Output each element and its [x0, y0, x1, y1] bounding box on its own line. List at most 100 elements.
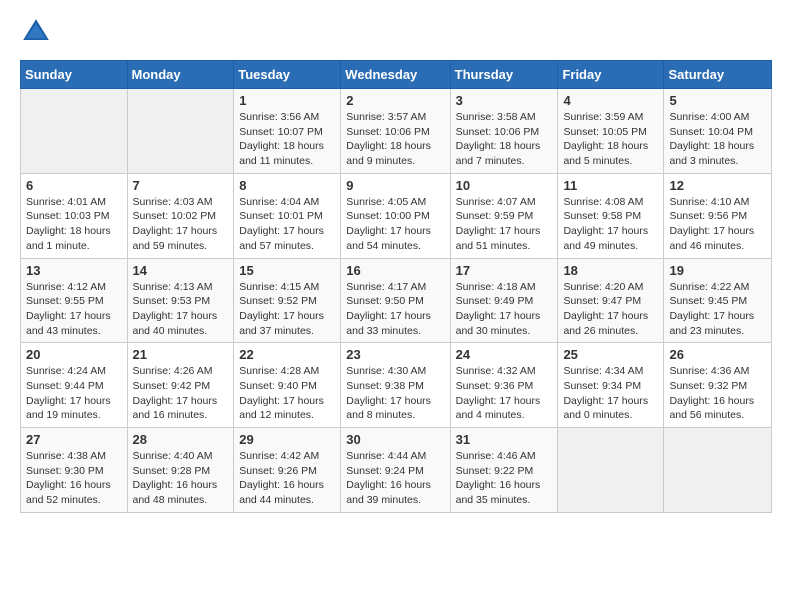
day-header: Wednesday: [341, 61, 450, 89]
day-detail: Sunrise: 3:56 AM Sunset: 10:07 PM Daylig…: [239, 110, 335, 169]
calendar-cell: 9 Sunrise: 4:05 AM Sunset: 10:00 PM Dayli…: [341, 173, 450, 258]
day-detail: Sunrise: 4:32 AM Sunset: 9:36 PM Dayligh…: [456, 364, 553, 423]
day-detail: Sunrise: 4:30 AM Sunset: 9:38 PM Dayligh…: [346, 364, 444, 423]
day-number: 3: [456, 93, 553, 108]
page-header: [20, 16, 772, 48]
calendar-cell: 27 Sunrise: 4:38 AM Sunset: 9:30 PM Dayli…: [21, 428, 128, 513]
day-detail: Sunrise: 4:01 AM Sunset: 10:03 PM Daylig…: [26, 195, 122, 254]
calendar-week-row: 6 Sunrise: 4:01 AM Sunset: 10:03 PM Dayli…: [21, 173, 772, 258]
day-detail: Sunrise: 4:10 AM Sunset: 9:56 PM Dayligh…: [669, 195, 766, 254]
calendar-cell: 22 Sunrise: 4:28 AM Sunset: 9:40 PM Dayli…: [234, 343, 341, 428]
day-number: 28: [133, 432, 229, 447]
day-detail: Sunrise: 4:03 AM Sunset: 10:02 PM Daylig…: [133, 195, 229, 254]
calendar-cell: 19Sunrise: 4:22 AM Sunset: 9:45 PM Dayli…: [664, 258, 772, 343]
day-number: 12: [669, 178, 766, 193]
calendar-cell: 3Sunrise: 3:58 AM Sunset: 10:06 PM Dayli…: [450, 89, 558, 174]
day-detail: Sunrise: 4:12 AM Sunset: 9:55 PM Dayligh…: [26, 280, 122, 339]
calendar-cell: 24 Sunrise: 4:32 AM Sunset: 9:36 PM Dayli…: [450, 343, 558, 428]
calendar-cell: 2 Sunrise: 3:57 AM Sunset: 10:06 PM Dayli…: [341, 89, 450, 174]
day-detail: Sunrise: 4:15 AM Sunset: 9:52 PM Dayligh…: [239, 280, 335, 339]
calendar-cell: 11 Sunrise: 4:08 AM Sunset: 9:58 PM Dayli…: [558, 173, 664, 258]
calendar-cell: [558, 428, 664, 513]
day-detail: Sunrise: 4:00 AM Sunset: 10:04 PM Daylig…: [669, 110, 766, 169]
day-detail: Sunrise: 3:57 AM Sunset: 10:06 PM Daylig…: [346, 110, 444, 169]
day-detail: Sunrise: 4:42 AM Sunset: 9:26 PM Dayligh…: [239, 449, 335, 508]
calendar-week-row: 1 Sunrise: 3:56 AM Sunset: 10:07 PM Dayli…: [21, 89, 772, 174]
calendar-header-row: SundayMondayTuesdayWednesdayThursdayFrid…: [21, 61, 772, 89]
day-detail: Sunrise: 4:05 AM Sunset: 10:00 PM Daylig…: [346, 195, 444, 254]
day-detail: Sunrise: 4:46 AM Sunset: 9:22 PM Dayligh…: [456, 449, 553, 508]
day-number: 7: [133, 178, 229, 193]
calendar-cell: 20 Sunrise: 4:24 AM Sunset: 9:44 PM Dayli…: [21, 343, 128, 428]
day-header: Thursday: [450, 61, 558, 89]
day-number: 26: [669, 347, 766, 362]
day-detail: Sunrise: 4:28 AM Sunset: 9:40 PM Dayligh…: [239, 364, 335, 423]
day-number: 11: [563, 178, 658, 193]
calendar-cell: [21, 89, 128, 174]
day-detail: Sunrise: 4:17 AM Sunset: 9:50 PM Dayligh…: [346, 280, 444, 339]
calendar-cell: 21 Sunrise: 4:26 AM Sunset: 9:42 PM Dayli…: [127, 343, 234, 428]
day-number: 23: [346, 347, 444, 362]
day-detail: Sunrise: 4:24 AM Sunset: 9:44 PM Dayligh…: [26, 364, 122, 423]
calendar-table: SundayMondayTuesdayWednesdayThursdayFrid…: [20, 60, 772, 513]
day-detail: Sunrise: 4:26 AM Sunset: 9:42 PM Dayligh…: [133, 364, 229, 423]
day-detail: Sunrise: 4:13 AM Sunset: 9:53 PM Dayligh…: [133, 280, 229, 339]
day-detail: Sunrise: 4:36 AM Sunset: 9:32 PM Dayligh…: [669, 364, 766, 423]
day-number: 18: [563, 263, 658, 278]
day-header: Sunday: [21, 61, 128, 89]
day-detail: Sunrise: 4:38 AM Sunset: 9:30 PM Dayligh…: [26, 449, 122, 508]
calendar-cell: 28 Sunrise: 4:40 AM Sunset: 9:28 PM Dayli…: [127, 428, 234, 513]
day-detail: Sunrise: 3:59 AM Sunset: 10:05 PM Daylig…: [563, 110, 658, 169]
calendar-cell: [127, 89, 234, 174]
day-detail: Sunrise: 4:07 AM Sunset: 9:59 PM Dayligh…: [456, 195, 553, 254]
day-number: 4: [563, 93, 658, 108]
calendar-cell: 15 Sunrise: 4:15 AM Sunset: 9:52 PM Dayli…: [234, 258, 341, 343]
calendar-cell: 25 Sunrise: 4:34 AM Sunset: 9:34 PM Dayli…: [558, 343, 664, 428]
day-header: Monday: [127, 61, 234, 89]
day-detail: Sunrise: 4:04 AM Sunset: 10:01 PM Daylig…: [239, 195, 335, 254]
day-number: 10: [456, 178, 553, 193]
day-number: 16: [346, 263, 444, 278]
day-detail: Sunrise: 4:44 AM Sunset: 9:24 PM Dayligh…: [346, 449, 444, 508]
day-number: 31: [456, 432, 553, 447]
day-number: 24: [456, 347, 553, 362]
day-number: 13: [26, 263, 122, 278]
calendar-cell: 7 Sunrise: 4:03 AM Sunset: 10:02 PM Dayli…: [127, 173, 234, 258]
day-number: 25: [563, 347, 658, 362]
day-number: 6: [26, 178, 122, 193]
day-number: 29: [239, 432, 335, 447]
calendar-cell: 17Sunrise: 4:18 AM Sunset: 9:49 PM Dayli…: [450, 258, 558, 343]
calendar-week-row: 20 Sunrise: 4:24 AM Sunset: 9:44 PM Dayli…: [21, 343, 772, 428]
logo: [20, 16, 56, 48]
logo-icon: [20, 16, 52, 48]
calendar-week-row: 27 Sunrise: 4:38 AM Sunset: 9:30 PM Dayli…: [21, 428, 772, 513]
day-detail: Sunrise: 4:34 AM Sunset: 9:34 PM Dayligh…: [563, 364, 658, 423]
day-number: 9: [346, 178, 444, 193]
calendar-cell: 1 Sunrise: 3:56 AM Sunset: 10:07 PM Dayli…: [234, 89, 341, 174]
calendar-cell: 16 Sunrise: 4:17 AM Sunset: 9:50 PM Dayli…: [341, 258, 450, 343]
day-number: 20: [26, 347, 122, 362]
day-header: Saturday: [664, 61, 772, 89]
day-number: 5: [669, 93, 766, 108]
day-number: 2: [346, 93, 444, 108]
calendar-cell: 23 Sunrise: 4:30 AM Sunset: 9:38 PM Dayli…: [341, 343, 450, 428]
day-header: Friday: [558, 61, 664, 89]
calendar-cell: 5 Sunrise: 4:00 AM Sunset: 10:04 PM Dayli…: [664, 89, 772, 174]
day-number: 8: [239, 178, 335, 193]
day-number: 21: [133, 347, 229, 362]
day-number: 1: [239, 93, 335, 108]
calendar-cell: 26 Sunrise: 4:36 AM Sunset: 9:32 PM Dayli…: [664, 343, 772, 428]
day-header: Tuesday: [234, 61, 341, 89]
calendar-cell: 18Sunrise: 4:20 AM Sunset: 9:47 PM Dayli…: [558, 258, 664, 343]
calendar-cell: 4 Sunrise: 3:59 AM Sunset: 10:05 PM Dayli…: [558, 89, 664, 174]
day-number: 22: [239, 347, 335, 362]
day-detail: Sunrise: 4:40 AM Sunset: 9:28 PM Dayligh…: [133, 449, 229, 508]
calendar-cell: 29 Sunrise: 4:42 AM Sunset: 9:26 PM Dayli…: [234, 428, 341, 513]
day-detail: Sunrise: 4:18 AM Sunset: 9:49 PM Dayligh…: [456, 280, 553, 339]
calendar-cell: [664, 428, 772, 513]
day-number: 19: [669, 263, 766, 278]
day-number: 27: [26, 432, 122, 447]
calendar-week-row: 13 Sunrise: 4:12 AM Sunset: 9:55 PM Dayli…: [21, 258, 772, 343]
day-number: 15: [239, 263, 335, 278]
day-detail: Sunrise: 4:08 AM Sunset: 9:58 PM Dayligh…: [563, 195, 658, 254]
